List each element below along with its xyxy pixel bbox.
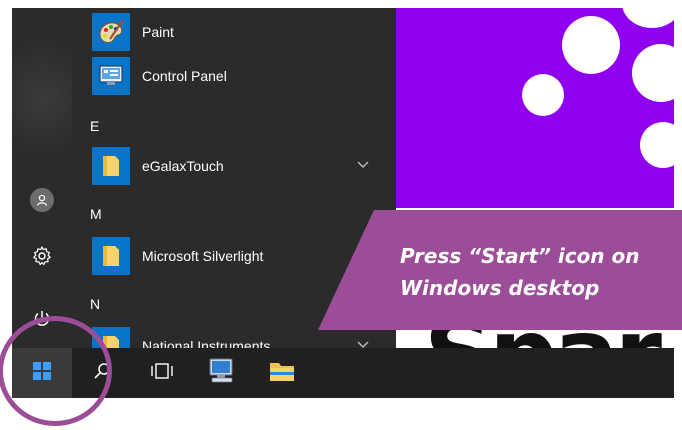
file-explorer-button[interactable] [252,348,312,398]
callout-text: Press “Start” icon on Windows desktop [400,240,670,304]
settings-button[interactable] [26,242,58,274]
letter-header[interactable]: N [90,296,100,312]
instruction-callout: Press “Start” icon on Windows desktop [318,210,682,330]
screen: Paint Control Panel E eGalaxTouch M Micr… [12,8,674,398]
app-label: Control Panel [142,68,227,84]
task-view-button[interactable] [132,348,192,398]
user-icon [30,188,54,212]
chevron-down-icon[interactable] [357,158,369,172]
folder-icon [92,147,130,185]
computer-icon [207,357,237,390]
decor-circle [562,16,620,74]
paint-palette-icon [92,13,130,51]
app-item-egalaxtouch[interactable]: eGalaxTouch [92,146,224,186]
app-label: Paint [142,24,174,40]
app-item-paint[interactable]: Paint [92,12,174,52]
decor-circle [522,74,564,116]
gear-icon [31,245,53,272]
file-explorer-icon [268,359,296,388]
folder-icon [92,237,130,275]
app-label: Microsoft Silverlight [142,248,264,264]
callout-line-1: Press “Start” icon on [400,244,640,268]
highlight-ring [0,316,112,426]
letter-header[interactable]: E [90,118,99,134]
app-label: eGalaxTouch [142,158,224,174]
start-menu-rail [12,8,72,348]
letter-header[interactable]: M [90,206,102,222]
callout-line-2: Windows desktop [400,276,600,300]
computer-app-button[interactable] [192,348,252,398]
app-item-control-panel[interactable]: Control Panel [92,56,227,96]
control-panel-icon [92,57,130,95]
account-button[interactable] [26,184,58,216]
app-item-microsoft-silverlight[interactable]: Microsoft Silverlight [92,236,263,276]
task-view-icon [149,362,175,385]
